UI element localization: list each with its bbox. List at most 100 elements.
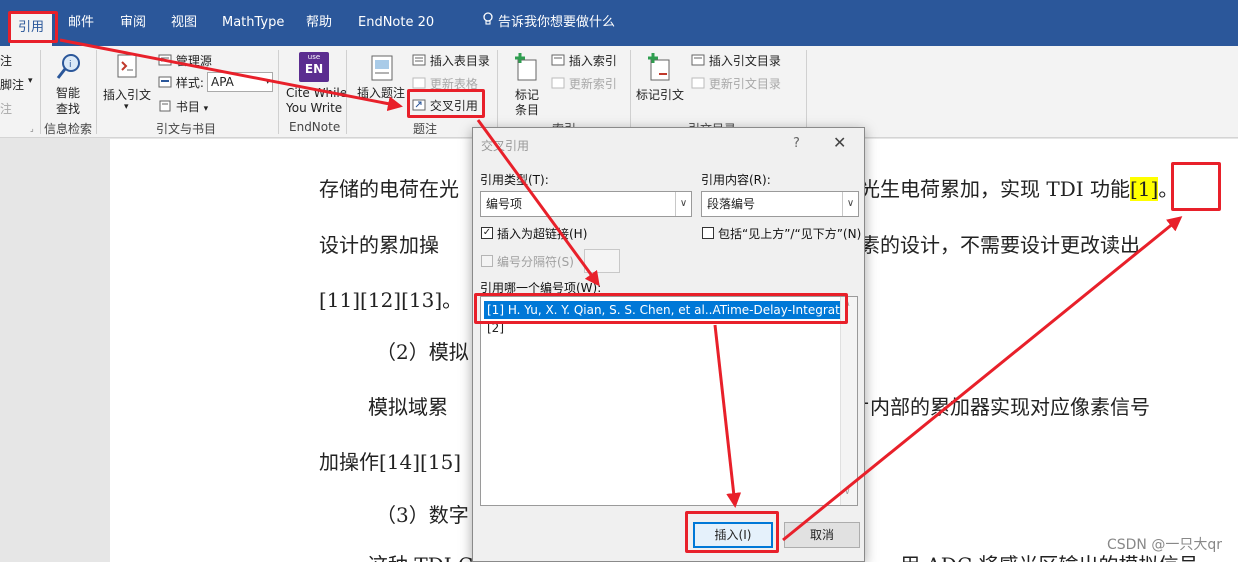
table-of-figures-icon bbox=[412, 54, 426, 69]
reference-type-select[interactable]: 编号项 ∨ bbox=[480, 191, 692, 217]
cancel-button[interactable]: 取消 bbox=[784, 522, 860, 548]
chevron-down-icon: ∨ bbox=[675, 192, 691, 216]
group-separator bbox=[630, 50, 631, 134]
annotation-box-citation bbox=[1171, 162, 1221, 211]
tell-me-text: 告诉我你想要做什么 bbox=[498, 15, 616, 30]
endnote-icon-top: use bbox=[307, 53, 321, 61]
doc-line-7-left: （3）数字 bbox=[376, 503, 469, 527]
smart-lookup-label-1[interactable]: 智能 bbox=[56, 84, 80, 101]
bibliography-icon bbox=[158, 100, 172, 115]
ribbon-tab-bar: 引用 邮件 审阅 视图 MathType 帮助 EndNote 20 告诉我你想… bbox=[0, 0, 1238, 46]
separator-input bbox=[584, 249, 620, 273]
chevron-down-icon: ∨ bbox=[842, 192, 858, 216]
group-separator bbox=[278, 50, 279, 134]
ribbon-references: 注 脚注 ▾ 注 ⌟ i 智能 查找 信息检索 插入引文 ▾ 管理源 样式: A… bbox=[0, 46, 1238, 138]
citation-field[interactable]: [1] bbox=[1130, 177, 1159, 201]
scroll-down-icon[interactable]: ∨ bbox=[844, 487, 851, 497]
tab-endnote[interactable]: EndNote 20 bbox=[358, 12, 434, 34]
mark-citation-icon[interactable] bbox=[645, 52, 675, 82]
smart-lookup-label-2[interactable]: 查找 bbox=[56, 100, 80, 117]
insert-hyperlink-label: 插入为超链接(H) bbox=[497, 227, 588, 241]
insert-index-icon bbox=[551, 54, 565, 69]
doc-line-1-left: 存储的电荷在光 bbox=[319, 177, 459, 201]
manage-sources-icon bbox=[158, 54, 172, 69]
smart-lookup-icon[interactable]: i bbox=[54, 52, 84, 82]
mark-entry-icon[interactable] bbox=[512, 52, 542, 82]
group-separator bbox=[497, 50, 498, 134]
mark-citation-button[interactable]: 标记引文 bbox=[636, 86, 684, 103]
insert-hyperlink-checkbox[interactable]: ✓ bbox=[481, 227, 493, 239]
group-label-endnote: EndNote bbox=[289, 120, 341, 134]
separate-numbers-checkbox bbox=[481, 255, 493, 267]
update-toa-button: 更新引文目录 bbox=[691, 75, 781, 92]
lightbulb-icon bbox=[482, 12, 494, 34]
update-index-button: 更新索引 bbox=[551, 75, 617, 92]
tell-me-search[interactable]: 告诉我你想要做什么 bbox=[482, 12, 615, 34]
cross-reference-dialog: 交叉引用 ? ✕ 引用类型(T): 编号项 ∨ 引用内容(R): 段落编号 ∨ … bbox=[472, 127, 865, 562]
style-label: 样式: bbox=[158, 74, 204, 91]
annotation-box-tab bbox=[8, 11, 58, 43]
manage-sources-button[interactable]: 管理源 bbox=[158, 52, 212, 69]
group-separator bbox=[96, 50, 97, 134]
cite-while-you-write-1[interactable]: Cite While bbox=[286, 86, 347, 100]
insert-table-of-figures-label: 插入表目录 bbox=[429, 54, 490, 68]
doc-line-4-left: （2）模拟 bbox=[376, 340, 469, 364]
manage-sources-label: 管理源 bbox=[175, 54, 212, 68]
close-icon[interactable]: ✕ bbox=[833, 133, 846, 152]
style-dropdown[interactable]: APA ▾ bbox=[207, 72, 273, 92]
list-scrollbar[interactable]: ∧ ∨ bbox=[840, 297, 857, 505]
insert-citation-button[interactable]: 插入引文 bbox=[103, 86, 151, 103]
reference-content-value: 段落编号 bbox=[707, 197, 756, 211]
update-index-icon bbox=[551, 77, 565, 92]
tab-review[interactable]: 审阅 bbox=[120, 12, 146, 34]
update-toa-label: 更新引文目录 bbox=[708, 77, 781, 91]
doc-line-2-left: 设计的累加操 bbox=[319, 233, 439, 257]
insert-index-button[interactable]: 插入索引 bbox=[551, 52, 617, 69]
mark-entry-label-2[interactable]: 条目 bbox=[515, 101, 539, 118]
help-icon[interactable]: ? bbox=[793, 136, 800, 151]
doc-line-6-left: 加操作[14][15] bbox=[319, 450, 462, 474]
reference-content-label: 引用内容(R): bbox=[701, 173, 771, 187]
tab-view[interactable]: 视图 bbox=[171, 12, 197, 34]
insert-index-label: 插入索引 bbox=[568, 54, 617, 68]
doc-line-1-right-text: 光生电荷累加，实现 TDI 功能 bbox=[860, 177, 1130, 201]
dialog-title: 交叉引用 bbox=[481, 139, 530, 153]
chevron-down-icon[interactable]: ▾ bbox=[28, 76, 33, 86]
tab-mathtype[interactable]: MathType bbox=[222, 12, 284, 34]
group-label-research: 信息检索 bbox=[44, 122, 93, 136]
numbered-items-list[interactable]: [1] H. Yu, X. Y. Qian, S. S. Chen, et al… bbox=[480, 296, 858, 506]
svg-text:i: i bbox=[69, 60, 72, 70]
include-above-below-checkbox[interactable] bbox=[702, 227, 714, 239]
csdn-watermark: CSDN @一只大qr bbox=[1106, 537, 1222, 553]
footnote-partial-2[interactable]: 脚注 bbox=[0, 76, 24, 93]
update-index-label: 更新索引 bbox=[568, 77, 617, 91]
cite-while-you-write-2[interactable]: You Write bbox=[286, 101, 342, 115]
endnote-icon[interactable]: use EN bbox=[299, 52, 329, 82]
bibliography-label: 书目 bbox=[175, 100, 200, 114]
insert-table-of-figures-button[interactable]: 插入表目录 bbox=[412, 52, 490, 69]
style-dropdown-value: APA bbox=[211, 75, 234, 89]
chevron-down-icon[interactable]: ▾ bbox=[124, 102, 129, 112]
insert-caption-icon[interactable] bbox=[367, 54, 397, 84]
footnote-partial-1[interactable]: 注 bbox=[0, 52, 12, 69]
group-label-citations: 引文与书目 bbox=[156, 122, 217, 136]
chevron-down-icon: ▾ bbox=[203, 104, 209, 114]
group-separator bbox=[806, 50, 807, 134]
dialog-launcher-icon[interactable]: ⌟ bbox=[30, 124, 34, 133]
insert-toa-button[interactable]: 插入引文目录 bbox=[691, 52, 781, 69]
bibliography-button[interactable]: 书目 ▾ bbox=[158, 98, 208, 115]
update-toa-icon bbox=[691, 77, 705, 92]
tab-mailings[interactable]: 邮件 bbox=[68, 12, 94, 34]
doc-line-2-right: 素的设计，不需要设计更改读出 bbox=[860, 233, 1140, 257]
style-label-text: 样式: bbox=[175, 76, 204, 90]
check-icon: ✓ bbox=[482, 227, 492, 238]
reference-type-value: 编号项 bbox=[486, 197, 523, 211]
endnote-icon-text: EN bbox=[304, 62, 324, 76]
insert-citation-icon[interactable] bbox=[112, 52, 142, 82]
tab-help[interactable]: 帮助 bbox=[306, 12, 332, 34]
annotation-box-insert bbox=[685, 511, 779, 553]
insert-caption-button[interactable]: 插入题注 bbox=[357, 84, 405, 101]
reference-content-select[interactable]: 段落编号 ∨ bbox=[701, 191, 859, 217]
doc-line-3: [11][12][13]。 bbox=[319, 288, 463, 312]
group-separator bbox=[346, 50, 347, 134]
